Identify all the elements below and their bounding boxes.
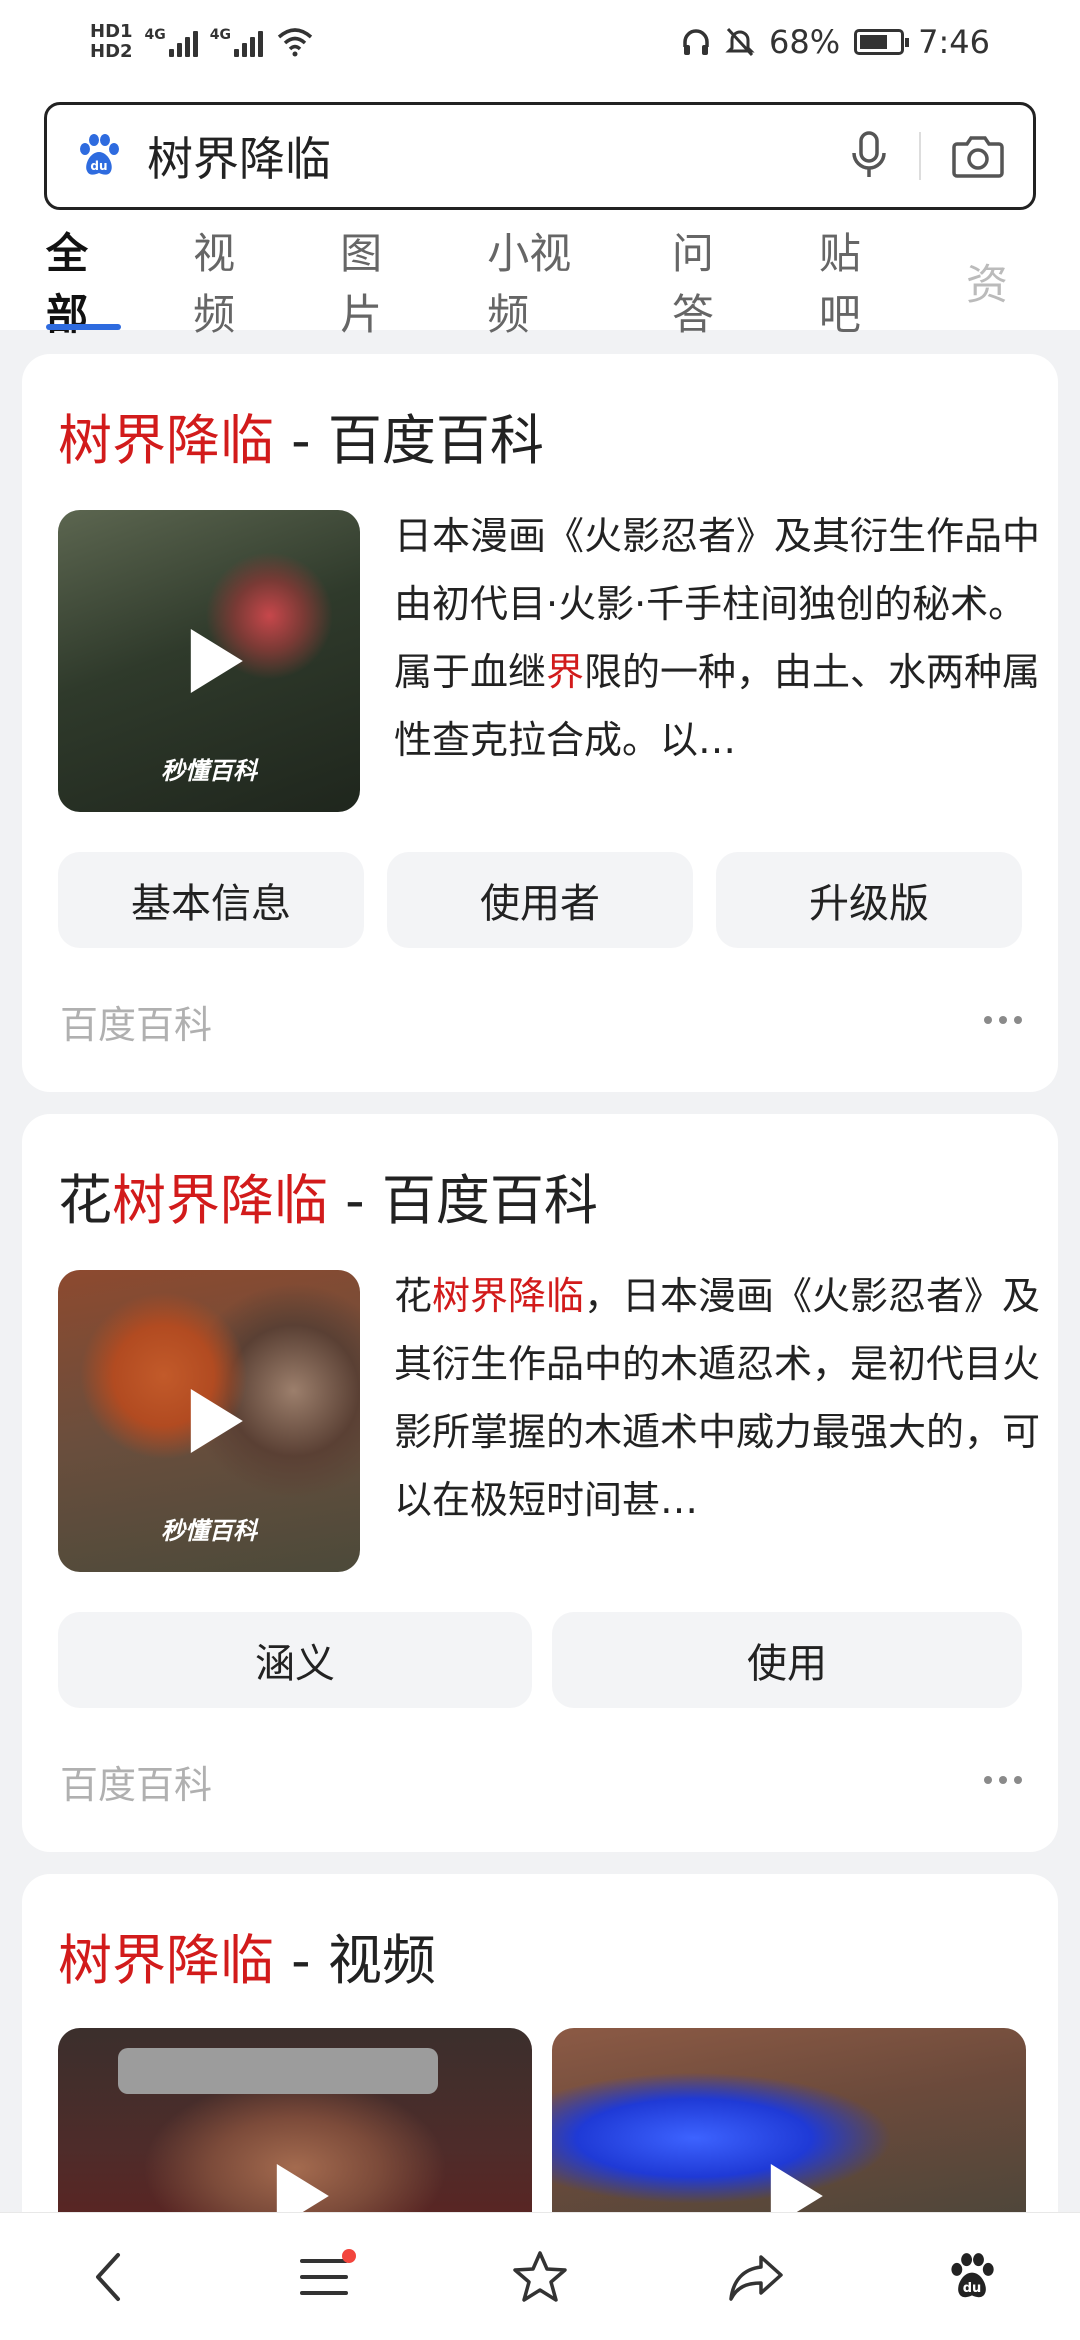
network-type-2: 4G xyxy=(209,27,231,43)
chip-usage[interactable]: 使用 xyxy=(552,1612,1022,1708)
status-right: 68% 7:46 xyxy=(681,23,990,61)
title-highlight: 树界降临 xyxy=(58,409,274,472)
camera-icon[interactable] xyxy=(951,132,1005,180)
bottom-nav: du xyxy=(0,2212,1080,2340)
tab-all[interactable]: 全部 xyxy=(46,229,122,339)
favorite-button[interactable] xyxy=(480,2227,600,2327)
title-highlight: 树界降临 xyxy=(112,1169,328,1232)
result-description: 日本漫画《火影忍者》及其衍生作品中由初代目·火影·千手柱间独创的秘术。属于血继界… xyxy=(394,502,1054,774)
chip-meaning[interactable]: 涵义 xyxy=(58,1612,532,1708)
chip-basic-info[interactable]: 基本信息 xyxy=(58,852,364,948)
tab-more[interactable]: 资 xyxy=(966,232,1008,330)
result-title[interactable]: 树界降临 - 视频 xyxy=(58,1916,436,1995)
more-options-icon[interactable] xyxy=(984,1016,1022,1024)
network-type-1: 4G xyxy=(144,27,166,43)
play-icon[interactable] xyxy=(190,629,243,693)
search-tabs: 全部 视频 图片 小视频 问答 贴吧 资 xyxy=(0,229,1080,339)
description-highlight: 树界降临 xyxy=(432,1274,585,1318)
hd1-label: HD1 xyxy=(90,21,133,42)
svg-text:du: du xyxy=(963,2281,982,2296)
video-thumbnail[interactable]: 秒懂百科 xyxy=(58,510,360,812)
tab-tieba[interactable]: 贴吧 xyxy=(819,229,894,339)
share-icon[interactable] xyxy=(727,2251,785,2303)
menu-button[interactable] xyxy=(264,2227,384,2327)
title-prefix: 花 xyxy=(58,1169,112,1232)
source-label: 百度百科 xyxy=(60,1763,213,1807)
video-thumbnail-2[interactable] xyxy=(552,2028,1026,2228)
back-button[interactable] xyxy=(48,2227,168,2327)
video-thumbnail-1[interactable] xyxy=(58,2028,532,2228)
headphones-icon xyxy=(683,29,709,55)
baidu-home-button[interactable]: du xyxy=(912,2227,1032,2327)
search-divider xyxy=(919,132,921,180)
status-bar: HD1 HD2 4G 4G 68% 7:46 xyxy=(0,0,1080,84)
baidu-paw-icon[interactable]: du xyxy=(75,132,123,180)
signal-icon-2: 4G xyxy=(210,27,263,57)
status-left: HD1 HD2 4G 4G xyxy=(90,22,315,62)
signal-icon-1: 4G xyxy=(145,27,198,57)
result-card-video[interactable]: 树界降临 - 视频 xyxy=(22,1874,1058,2254)
title-rest: - 视频 xyxy=(274,1929,436,1992)
title-rest: - 百度百科 xyxy=(274,409,544,472)
clock: 7:46 xyxy=(918,23,990,61)
description-text: 花 xyxy=(394,1274,433,1318)
mute-bell-icon xyxy=(725,27,755,57)
battery-icon xyxy=(854,29,910,55)
hd2-label: HD2 xyxy=(90,41,133,62)
title-highlight: 树界降临 xyxy=(58,1929,274,1992)
back-icon[interactable] xyxy=(88,2249,128,2305)
battery-percent: 68% xyxy=(769,23,841,61)
video-thumbnail[interactable]: 秒懂百科 xyxy=(58,1270,360,1572)
search-input[interactable]: 树界降临 xyxy=(147,123,849,189)
tab-images[interactable]: 图片 xyxy=(340,229,415,339)
description-highlight: 界 xyxy=(546,650,585,694)
tab-video[interactable]: 视频 xyxy=(193,229,268,339)
result-card-2[interactable]: 花树界降临 - 百度百科 秒懂百科 花树界降临，日本漫画《火影忍者》及其衍生作品… xyxy=(22,1114,1058,1852)
thumbnail-watermark: 秒懂百科 xyxy=(161,1517,257,1545)
chip-users[interactable]: 使用者 xyxy=(387,852,693,948)
share-button[interactable] xyxy=(696,2227,816,2327)
tab-short-video[interactable]: 小视频 xyxy=(487,229,600,339)
source-label: 百度百科 xyxy=(60,1003,213,1047)
star-icon[interactable] xyxy=(511,2249,569,2305)
thumbnail-image xyxy=(118,2048,438,2094)
tab-qa[interactable]: 问答 xyxy=(672,229,747,339)
result-description: 花树界降临，日本漫画《火影忍者》及其衍生作品中的木遁忍术，是初代目火影所掌握的木… xyxy=(394,1262,1054,1534)
result-title[interactable]: 花树界降临 - 百度百科 xyxy=(58,1156,598,1235)
menu-icon[interactable] xyxy=(298,2255,350,2299)
title-rest: - 百度百科 xyxy=(328,1169,598,1232)
result-title[interactable]: 树界降临 - 百度百科 xyxy=(58,396,544,475)
search-box[interactable]: du 树界降临 xyxy=(44,102,1036,210)
microphone-icon[interactable] xyxy=(849,129,889,183)
baidu-paw-icon[interactable]: du xyxy=(946,2251,998,2303)
hd-indicator: HD1 HD2 xyxy=(90,22,133,62)
thumbnail-watermark: 秒懂百科 xyxy=(161,757,257,785)
search-header: du 树界降临 全部 视频 图片 小视频 问答 贴吧 资 xyxy=(0,84,1080,339)
wifi-icon xyxy=(277,28,313,57)
more-options-icon[interactable] xyxy=(984,1776,1022,1784)
result-card-1[interactable]: 树界降临 - 百度百科 秒懂百科 日本漫画《火影忍者》及其衍生作品中由初代目·火… xyxy=(22,354,1058,1092)
svg-text:du: du xyxy=(90,159,107,173)
notification-dot xyxy=(342,2248,356,2263)
play-icon[interactable] xyxy=(190,1389,243,1453)
chip-upgrade[interactable]: 升级版 xyxy=(716,852,1022,948)
